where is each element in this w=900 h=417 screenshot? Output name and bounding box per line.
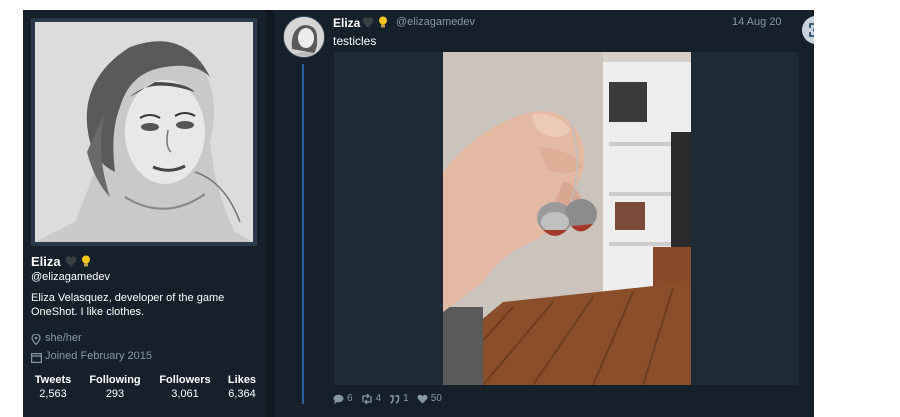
profile-bio-line-2: OneShot. I like clothes. xyxy=(31,306,145,318)
tweet-author-name[interactable]: Eliza xyxy=(333,16,360,30)
tweet-author-avatar[interactable] xyxy=(283,16,325,58)
expand-media-button[interactable] xyxy=(802,16,814,44)
profile-avatar-frame xyxy=(31,18,257,246)
profile-handle[interactable]: @elizagamedev xyxy=(31,271,110,283)
stat-value: 6,364 xyxy=(228,388,256,400)
profile-pronouns: she/her xyxy=(45,332,82,344)
stat-value: 293 xyxy=(105,388,125,400)
tweet-author-handle[interactable]: @elizagamedev xyxy=(396,16,475,28)
profile-tweet-view: Eliza @elizagamedev Eliza Velasquez, dev… xyxy=(23,10,814,417)
location-pin-icon xyxy=(31,332,41,350)
retweet-count: 4 xyxy=(375,393,382,404)
tweet-media xyxy=(334,52,799,385)
stat-value: 2,563 xyxy=(39,388,67,400)
calendar-icon xyxy=(31,350,43,368)
reply-count: 6 xyxy=(347,393,353,404)
lightbulb-icon xyxy=(379,16,387,28)
tweet-panel: Eliza @elizagamedev 14 Aug 20 testicles … xyxy=(274,10,814,417)
thread-line xyxy=(302,64,304,404)
profile-bio-line-1: Eliza Velasquez, developer of the game xyxy=(31,292,225,304)
stat-value: 3,061 xyxy=(171,388,199,400)
retweet-action[interactable]: 4 xyxy=(361,393,382,404)
stat-label: Likes xyxy=(227,374,257,386)
like-count: 50 xyxy=(430,393,442,404)
tweet-photo[interactable] xyxy=(443,52,691,385)
expand-icon xyxy=(809,23,814,37)
stat-label: Followers xyxy=(159,374,211,386)
profile-name: Eliza xyxy=(31,254,61,269)
quote-action[interactable]: 1 xyxy=(389,393,409,404)
stat-label: Tweets xyxy=(34,374,72,386)
stat-tweets[interactable]: Tweets 2,563 xyxy=(31,374,75,400)
panel-divider xyxy=(266,10,274,417)
profile-panel: Eliza @elizagamedev Eliza Velasquez, dev… xyxy=(23,10,266,417)
stat-followers[interactable]: Followers 3,061 xyxy=(154,374,216,400)
black-heart-icon xyxy=(362,17,374,28)
heart-icon xyxy=(417,394,428,403)
tweet-text: testicles xyxy=(333,34,377,48)
avatar-sketch xyxy=(35,22,253,242)
profile-avatar[interactable] xyxy=(35,22,253,242)
like-action[interactable]: 50 xyxy=(417,393,442,404)
tweet-author-badges xyxy=(362,16,392,34)
screenshot-canvas: Eliza @elizagamedev Eliza Velasquez, dev… xyxy=(0,0,900,417)
tweet-actions: 6 4 1 50 xyxy=(333,393,446,404)
stat-likes[interactable]: Likes 6,364 xyxy=(222,374,262,400)
quote-count: 1 xyxy=(403,393,409,404)
tweet-date[interactable]: 14 Aug 20 xyxy=(732,16,782,28)
quote-icon xyxy=(390,394,400,404)
stat-label: Following xyxy=(89,374,141,386)
stat-following[interactable]: Following 293 xyxy=(84,374,146,400)
retweet-icon xyxy=(361,393,372,404)
reply-icon xyxy=(333,394,344,404)
black-heart-icon xyxy=(65,256,77,267)
lightbulb-icon xyxy=(82,255,90,267)
reply-action[interactable]: 6 xyxy=(333,393,353,404)
profile-joined-date: Joined February 2015 xyxy=(45,350,153,362)
